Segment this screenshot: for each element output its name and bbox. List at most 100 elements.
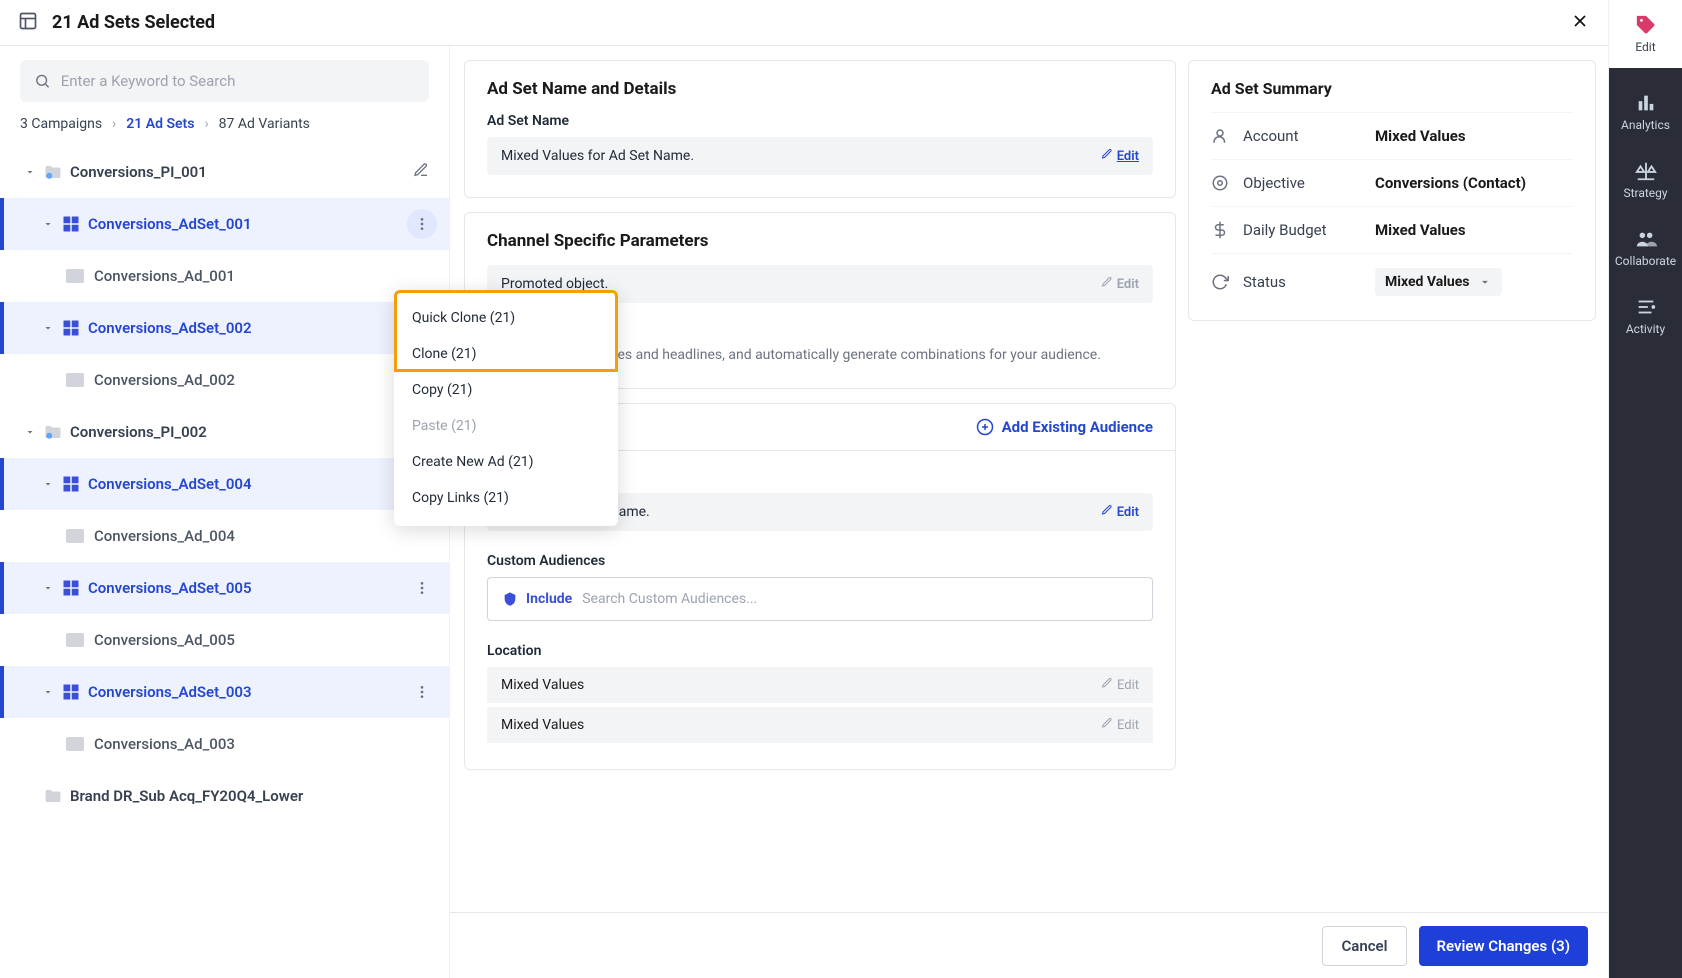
chevron-down-icon[interactable] bbox=[40, 218, 56, 230]
custom-audiences-search[interactable]: Include bbox=[487, 577, 1153, 621]
menu-create-new-ad[interactable]: Create New Ad (21) bbox=[394, 444, 618, 480]
summary-panel: Ad Set Summary Account Mixed Values Obje… bbox=[1188, 60, 1596, 978]
chevron-down-icon[interactable] bbox=[22, 426, 38, 438]
tree-label: Conversions_AdSet_002 bbox=[88, 319, 437, 337]
close-button[interactable] bbox=[1570, 11, 1590, 35]
shield-check-icon bbox=[502, 591, 518, 607]
chevron-down-icon[interactable] bbox=[22, 166, 38, 178]
rail-analytics[interactable]: Analytics bbox=[1609, 78, 1682, 146]
tree-adset[interactable]: Conversions_AdSet_004 bbox=[0, 458, 449, 510]
folder-icon bbox=[44, 425, 62, 439]
edit-promoted-link[interactable]: Edit bbox=[1101, 276, 1139, 292]
tree-campaign[interactable]: Brand DR_Sub Acq_FY20Q4_Lower bbox=[0, 770, 449, 822]
ad-icon bbox=[66, 529, 84, 543]
topbar: 21 Ad Sets Selected bbox=[0, 0, 1608, 46]
include-chip[interactable]: Include bbox=[502, 591, 572, 607]
summary-objective-row: Objective Conversions (Contact) bbox=[1211, 159, 1573, 206]
location-value: Mixed Values bbox=[501, 717, 584, 733]
location-row: Mixed Values Edit bbox=[487, 707, 1153, 743]
dollar-icon bbox=[1211, 221, 1231, 239]
rail-activity[interactable]: Activity bbox=[1609, 282, 1682, 350]
search-box[interactable] bbox=[20, 60, 429, 102]
menu-clone[interactable]: Clone (21) bbox=[394, 336, 618, 372]
pencil-icon bbox=[1101, 677, 1113, 693]
breadcrumbs: 3 Campaigns › 21 Ad Sets › 87 Ad Variant… bbox=[0, 116, 449, 146]
page-title: 21 Ad Sets Selected bbox=[52, 12, 215, 33]
summary-budget-row: Daily Budget Mixed Values bbox=[1211, 206, 1573, 253]
tree-adset[interactable]: Conversions_AdSet_003 bbox=[0, 666, 449, 718]
tree-label: Conversions_Ad_004 bbox=[94, 527, 437, 545]
ad-icon bbox=[66, 737, 84, 751]
scale-icon bbox=[1635, 160, 1657, 182]
cancel-button[interactable]: Cancel bbox=[1322, 926, 1406, 966]
location-row: Mixed Values Edit bbox=[487, 667, 1153, 703]
card-title: Channel Specific Parameters bbox=[465, 213, 1175, 265]
adset-icon bbox=[62, 319, 80, 337]
tree-label: Conversions_PI_002 bbox=[70, 423, 413, 441]
breadcrumb-campaigns[interactable]: 3 Campaigns bbox=[20, 116, 102, 132]
rail-strategy[interactable]: Strategy bbox=[1609, 146, 1682, 214]
edit-location-link[interactable]: Edit bbox=[1101, 677, 1139, 693]
rail-edit[interactable]: Edit bbox=[1609, 0, 1682, 68]
tree-label: Conversions_PI_001 bbox=[70, 163, 413, 181]
summary-card: Ad Set Summary Account Mixed Values Obje… bbox=[1188, 60, 1596, 321]
right-rail: Edit Analytics Strategy Collaborate Acti… bbox=[1608, 0, 1682, 978]
add-audience-button[interactable]: Add Existing Audience bbox=[976, 418, 1153, 436]
card-title: Ad Set Name and Details bbox=[465, 61, 1175, 113]
more-menu-button[interactable] bbox=[407, 209, 437, 239]
custom-audiences-input[interactable] bbox=[582, 591, 1138, 607]
edit-location-link[interactable]: Edit bbox=[1101, 717, 1139, 733]
breadcrumb-adsets[interactable]: 21 Ad Sets bbox=[126, 116, 194, 132]
ad-icon bbox=[66, 633, 84, 647]
chart-icon bbox=[1635, 92, 1657, 114]
activity-icon bbox=[1635, 296, 1657, 318]
tree-label: Conversions_Ad_001 bbox=[94, 267, 437, 285]
left-sidebar: 3 Campaigns › 21 Ad Sets › 87 Ad Variant… bbox=[0, 46, 450, 978]
tree-campaign[interactable]: Conversions_PI_002 bbox=[0, 406, 449, 458]
chevron-down-icon[interactable] bbox=[40, 686, 56, 698]
user-icon bbox=[1211, 127, 1231, 145]
tree-ad[interactable]: Conversions_Ad_001 bbox=[0, 250, 449, 302]
adset-name-card: Ad Set Name and Details Ad Set Name Mixe… bbox=[464, 60, 1176, 198]
rail-collaborate[interactable]: Collaborate bbox=[1609, 214, 1682, 282]
more-menu-button[interactable] bbox=[407, 573, 437, 603]
ad-icon bbox=[66, 373, 84, 387]
tree-adset[interactable]: Conversions_AdSet_001 bbox=[0, 198, 449, 250]
edit-name-link[interactable]: Edit bbox=[1101, 148, 1139, 164]
summary-status-row: Status Mixed Values bbox=[1211, 253, 1573, 310]
adset-icon bbox=[62, 475, 80, 493]
layout-icon[interactable] bbox=[18, 11, 38, 35]
menu-copy[interactable]: Copy (21) bbox=[394, 372, 618, 408]
chevron-down-icon[interactable] bbox=[40, 478, 56, 490]
tree-label: Conversions_Ad_002 bbox=[94, 371, 437, 389]
refresh-icon bbox=[1211, 273, 1231, 291]
menu-copy-links[interactable]: Copy Links (21) bbox=[394, 480, 618, 516]
status-dropdown[interactable]: Mixed Values bbox=[1375, 268, 1502, 296]
tree-label: Conversions_AdSet_003 bbox=[88, 683, 407, 701]
users-icon bbox=[1635, 228, 1657, 250]
edit-audience-name-link[interactable]: Edit bbox=[1101, 504, 1139, 520]
chevron-right-icon: › bbox=[204, 116, 208, 132]
pencil-icon[interactable] bbox=[413, 162, 429, 182]
chevron-right-icon: › bbox=[112, 116, 116, 132]
menu-quick-clone[interactable]: Quick Clone (21) bbox=[394, 300, 618, 336]
review-changes-button[interactable]: Review Changes (3) bbox=[1419, 926, 1589, 966]
chevron-down-icon[interactable] bbox=[40, 582, 56, 594]
pencil-icon bbox=[1101, 276, 1113, 292]
tree-ad[interactable]: Conversions_Ad_004 bbox=[0, 510, 449, 562]
tree-ad[interactable]: Conversions_Ad_003 bbox=[0, 718, 449, 770]
chevron-down-icon[interactable] bbox=[40, 322, 56, 334]
menu-paste: Paste (21) bbox=[394, 408, 618, 444]
summary-title: Ad Set Summary bbox=[1211, 79, 1573, 98]
tree-label: Conversions_AdSet_004 bbox=[88, 475, 407, 493]
main-content: Ad Set Name and Details Ad Set Name Mixe… bbox=[450, 46, 1608, 978]
more-menu-button[interactable] bbox=[407, 677, 437, 707]
tree-ad[interactable]: Conversions_Ad_005 bbox=[0, 614, 449, 666]
search-input[interactable] bbox=[61, 72, 415, 90]
breadcrumb-ads[interactable]: 87 Ad Variants bbox=[219, 116, 310, 132]
tree-adset[interactable]: Conversions_AdSet_002 bbox=[0, 302, 449, 354]
tree-label: Conversions_Ad_005 bbox=[94, 631, 437, 649]
tree-campaign[interactable]: Conversions_PI_001 bbox=[0, 146, 449, 198]
tree-adset[interactable]: Conversions_AdSet_005 bbox=[0, 562, 449, 614]
tree-ad[interactable]: Conversions_Ad_002 bbox=[0, 354, 449, 406]
